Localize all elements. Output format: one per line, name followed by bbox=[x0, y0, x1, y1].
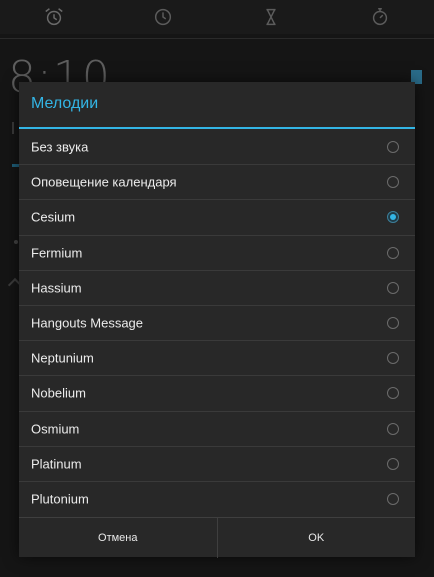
ringtone-item[interactable]: Hangouts Message bbox=[19, 304, 415, 340]
tab-clock[interactable] bbox=[109, 0, 218, 34]
clock-icon bbox=[154, 8, 171, 26]
hourglass-icon bbox=[266, 8, 276, 26]
tab-stopwatch[interactable] bbox=[326, 0, 434, 34]
tab-timer[interactable] bbox=[217, 0, 326, 34]
dialog-title: Мелодии bbox=[31, 95, 99, 112]
ringtone-item[interactable]: Neptunium bbox=[19, 340, 415, 375]
cancel-button[interactable]: Отмена bbox=[19, 518, 217, 557]
top-tab-bar bbox=[0, 0, 434, 34]
radio-unchecked-icon[interactable] bbox=[387, 281, 399, 294]
ringtone-item[interactable]: Hassium bbox=[19, 269, 415, 305]
radio-unchecked-icon[interactable] bbox=[387, 246, 399, 259]
ringtone-item[interactable]: Оповещение календаря bbox=[19, 164, 415, 199]
ringtone-label: Osmium bbox=[31, 421, 80, 437]
radio-unchecked-icon[interactable] bbox=[387, 352, 399, 365]
ringtone-item[interactable]: Fermium bbox=[19, 234, 415, 270]
radio-unchecked-icon[interactable] bbox=[387, 387, 399, 400]
dialog-header: Мелодии bbox=[19, 82, 415, 129]
ringtone-dialog: Мелодии Без звука Оповещение календаря Ces… bbox=[19, 82, 416, 558]
ringtone-item[interactable]: Platinum bbox=[19, 445, 415, 481]
radio-unchecked-icon[interactable] bbox=[387, 176, 399, 189]
radio-unchecked-icon[interactable] bbox=[387, 317, 399, 330]
ringtone-label: Plutonium bbox=[31, 491, 89, 507]
ringtone-label: Fermium bbox=[31, 245, 83, 261]
alarm-clock-icon bbox=[45, 8, 63, 26]
ringtone-item[interactable]: Plutonium bbox=[19, 480, 415, 516]
ringtone-label: Hassium bbox=[31, 280, 82, 296]
ringtone-label: Cesium bbox=[31, 209, 76, 225]
background-fragment bbox=[14, 240, 18, 244]
radio-checked-icon[interactable] bbox=[387, 211, 399, 224]
radio-unchecked-icon[interactable] bbox=[387, 457, 399, 470]
ringtone-list: Без звука Оповещение календаря Cesium Fermi… bbox=[19, 129, 415, 516]
ok-button[interactable]: OK bbox=[218, 518, 416, 557]
ringtone-item[interactable]: Без звука bbox=[19, 129, 415, 164]
background-divider bbox=[0, 38, 434, 39]
ringtone-label: Без звука bbox=[31, 139, 89, 155]
screen: 8:10 Мелодии Без звука Оповещение календа… bbox=[0, 0, 434, 577]
tab-alarm[interactable] bbox=[0, 0, 109, 34]
ringtone-item[interactable]: Nobelium bbox=[19, 375, 415, 410]
radio-unchecked-icon[interactable] bbox=[387, 492, 399, 505]
ringtone-item[interactable]: Osmium bbox=[19, 410, 415, 446]
dialog-button-bar: Отмена OK bbox=[19, 517, 416, 558]
ringtone-item[interactable]: Cesium bbox=[19, 199, 415, 234]
radio-unchecked-icon[interactable] bbox=[387, 422, 399, 435]
ringtone-label: Hangouts Message bbox=[31, 315, 144, 331]
ringtone-label: Neptunium bbox=[31, 350, 94, 366]
stopwatch-icon bbox=[372, 8, 387, 26]
ringtone-label: Оповещение календаря bbox=[31, 174, 177, 190]
ringtone-label: Nobelium bbox=[31, 385, 86, 401]
radio-unchecked-icon[interactable] bbox=[387, 140, 399, 153]
ringtone-label: Platinum bbox=[31, 456, 82, 472]
